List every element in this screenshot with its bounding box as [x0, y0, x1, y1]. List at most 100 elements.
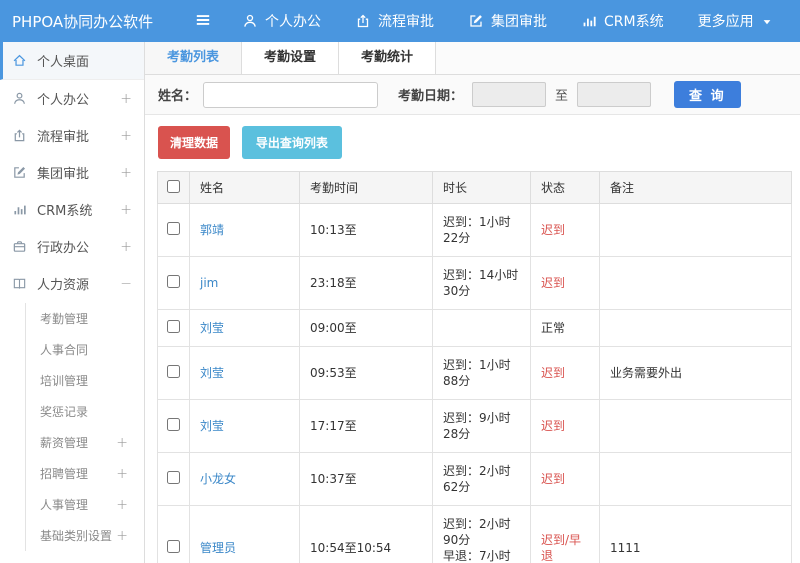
tab-1[interactable]: 考勤列表 — [145, 42, 243, 74]
expand-toggle-icon[interactable]: + — [116, 467, 128, 481]
submenu-item-label: 人事合同 — [40, 343, 89, 357]
sidebar-item-label: 个人桌面 — [37, 55, 90, 70]
sidebar-item-6[interactable]: 行政办公 + — [0, 228, 144, 265]
app-header: PHPOA协同办公软件 个人办公 流程审批 集团审批 CRM系统 更多应用 — [0, 0, 800, 42]
submenu-item-1[interactable]: 考勤管理 — [26, 303, 144, 334]
employee-name-link[interactable]: 刘莹 — [200, 321, 224, 335]
submenu-item-label: 考勤管理 — [40, 312, 89, 326]
select-all-checkbox[interactable] — [167, 179, 180, 193]
employee-name-link[interactable]: 刘莹 — [200, 419, 224, 433]
workflow-icon — [355, 13, 371, 29]
employee-name-link[interactable]: jim — [200, 276, 218, 290]
submenu-item-label: 基础类别设置 — [40, 529, 113, 543]
date-to-input[interactable] — [577, 82, 652, 107]
duration: 迟到：2小时62分 — [432, 452, 531, 506]
expand-toggle-icon[interactable]: + — [120, 240, 132, 254]
employee-name-link[interactable]: 刘莹 — [200, 366, 224, 380]
name-input[interactable] — [203, 81, 379, 108]
submenu-item-7[interactable]: 人事管理 + — [26, 489, 144, 520]
nav-item-3[interactable]: 集团审批 — [468, 11, 547, 31]
employee-name-link[interactable]: 小龙女 — [200, 472, 236, 486]
submenu-item-4[interactable]: 奖惩记录 — [26, 396, 144, 427]
sidebar-item-4[interactable]: 集团审批 + — [0, 154, 144, 191]
column-header-3: 时长 — [432, 171, 531, 204]
sidebar-item-7[interactable]: 人力资源 − — [0, 265, 144, 302]
expand-toggle-icon[interactable]: + — [116, 436, 128, 450]
status-badge: 迟到 — [530, 452, 600, 506]
main-content: 考勤列表 考勤设置 考勤统计 姓名： 考勤日期： 至 查 询 清理数据 导出查询列表… — [145, 42, 800, 563]
table-row: 刘莹 09:53至 迟到：1小时88分 迟到 业务需要外出 — [157, 346, 792, 400]
date-from-input[interactable] — [472, 82, 547, 107]
submenu-item-label: 人事管理 — [40, 498, 89, 512]
note: 1111 — [599, 505, 792, 563]
clean-data-button[interactable]: 清理数据 — [158, 126, 231, 159]
sidebar-item-1[interactable]: 个人桌面 — [0, 42, 144, 80]
tab-3[interactable]: 考勤统计 — [339, 42, 437, 74]
menu-toggle-button[interactable] — [186, 11, 220, 32]
status-badge: 迟到 — [530, 256, 600, 310]
export-list-button[interactable]: 导出查询列表 — [241, 126, 342, 159]
expand-toggle-icon[interactable]: + — [120, 92, 132, 106]
row-checkbox[interactable] — [167, 274, 180, 288]
table-row: 管理员 10:54至10:54迟到：2小时90分 早退：7小时10分迟到/早退11… — [157, 505, 792, 563]
row-checkbox[interactable] — [167, 319, 180, 333]
note — [599, 256, 792, 310]
attendance-time: 09:53至 — [299, 346, 433, 400]
submenu-item-8[interactable]: 基础类别设置 + — [26, 520, 144, 551]
note — [599, 203, 792, 257]
expand-toggle-icon[interactable]: + — [116, 529, 128, 543]
expand-toggle-icon[interactable]: + — [116, 498, 128, 512]
row-checkbox[interactable] — [167, 221, 180, 235]
table-row: 郭靖 10:13至 迟到：1小时22分 迟到 — [157, 203, 792, 257]
submenu-item-5[interactable]: 薪资管理 + — [26, 427, 144, 458]
book-icon — [12, 276, 28, 292]
chart-icon — [581, 13, 597, 29]
column-header-5: 备注 — [599, 171, 792, 204]
sidebar-item-label: CRM系统 — [37, 204, 93, 219]
expand-toggle-icon[interactable]: + — [120, 166, 132, 180]
expand-toggle-icon[interactable]: − — [120, 277, 132, 291]
row-checkbox[interactable] — [167, 539, 180, 553]
top-nav: 个人办公 流程审批 集团审批 CRM系统 更多应用 — [242, 11, 773, 31]
submenu-item-label: 培训管理 — [40, 374, 89, 388]
attendance-time: 17:17至 — [299, 399, 433, 453]
duration: 迟到：2小时90分 早退：7小时10分 — [432, 505, 531, 563]
duration: 迟到：14小时30分 — [432, 256, 531, 310]
sidebar-item-3[interactable]: 流程审批 + — [0, 117, 144, 154]
submenu-item-2[interactable]: 人事合同 — [26, 334, 144, 365]
employee-name-link[interactable]: 管理员 — [200, 541, 236, 555]
submenu-item-6[interactable]: 招聘管理 + — [26, 458, 144, 489]
toolbar: 清理数据 导出查询列表 — [145, 115, 800, 171]
employee-name-link[interactable]: 郭靖 — [200, 223, 224, 237]
nav-item-label: 流程审批 — [378, 14, 434, 30]
row-checkbox[interactable] — [167, 417, 180, 431]
attendance-time: 10:37至 — [299, 452, 433, 506]
expand-toggle-icon[interactable]: + — [120, 129, 132, 143]
attendance-table: 姓名 考勤时间 时长 状态 备注 郭靖 10:13至 迟到：1小时22分 迟到 jim 23:18… — [157, 171, 792, 563]
nav-item-2[interactable]: 流程审批 — [355, 11, 434, 31]
submenu: 考勤管理 人事合同 培训管理 奖惩记录 薪资管理 + 招聘管理 + 人事管理 + 基础类别设置 + — [25, 303, 144, 551]
nav-item-1[interactable]: 个人办公 — [242, 11, 321, 31]
sidebar-item-5[interactable]: CRM系统 + — [0, 191, 144, 228]
sidebar-item-label: 流程审批 — [37, 130, 90, 145]
nav-item-5[interactable]: 更多应用 — [698, 11, 773, 31]
submenu-item-label: 奖惩记录 — [40, 405, 89, 419]
workflow-icon — [12, 128, 28, 144]
submenu-item-3[interactable]: 培训管理 — [26, 365, 144, 396]
nav-item-4[interactable]: CRM系统 — [581, 11, 664, 31]
query-button[interactable]: 查 询 — [674, 81, 741, 108]
sidebar-item-2[interactable]: 个人办公 + — [0, 80, 144, 117]
sidebar-item-8[interactable]: 公文管理+ — [0, 554, 144, 563]
row-checkbox[interactable] — [167, 364, 180, 378]
note — [599, 309, 792, 347]
chart-icon — [12, 202, 28, 218]
search-bar: 姓名： 考勤日期： 至 查 询 — [145, 75, 800, 115]
edit-icon — [468, 13, 484, 29]
status-badge: 迟到 — [530, 346, 600, 400]
row-checkbox[interactable] — [167, 470, 180, 484]
attendance-time: 09:00至 — [299, 309, 433, 347]
table-row: 刘莹 09:00至 正常 — [157, 309, 792, 347]
attendance-time: 10:13至 — [299, 203, 433, 257]
expand-toggle-icon[interactable]: + — [120, 203, 132, 217]
tab-2[interactable]: 考勤设置 — [242, 42, 340, 74]
